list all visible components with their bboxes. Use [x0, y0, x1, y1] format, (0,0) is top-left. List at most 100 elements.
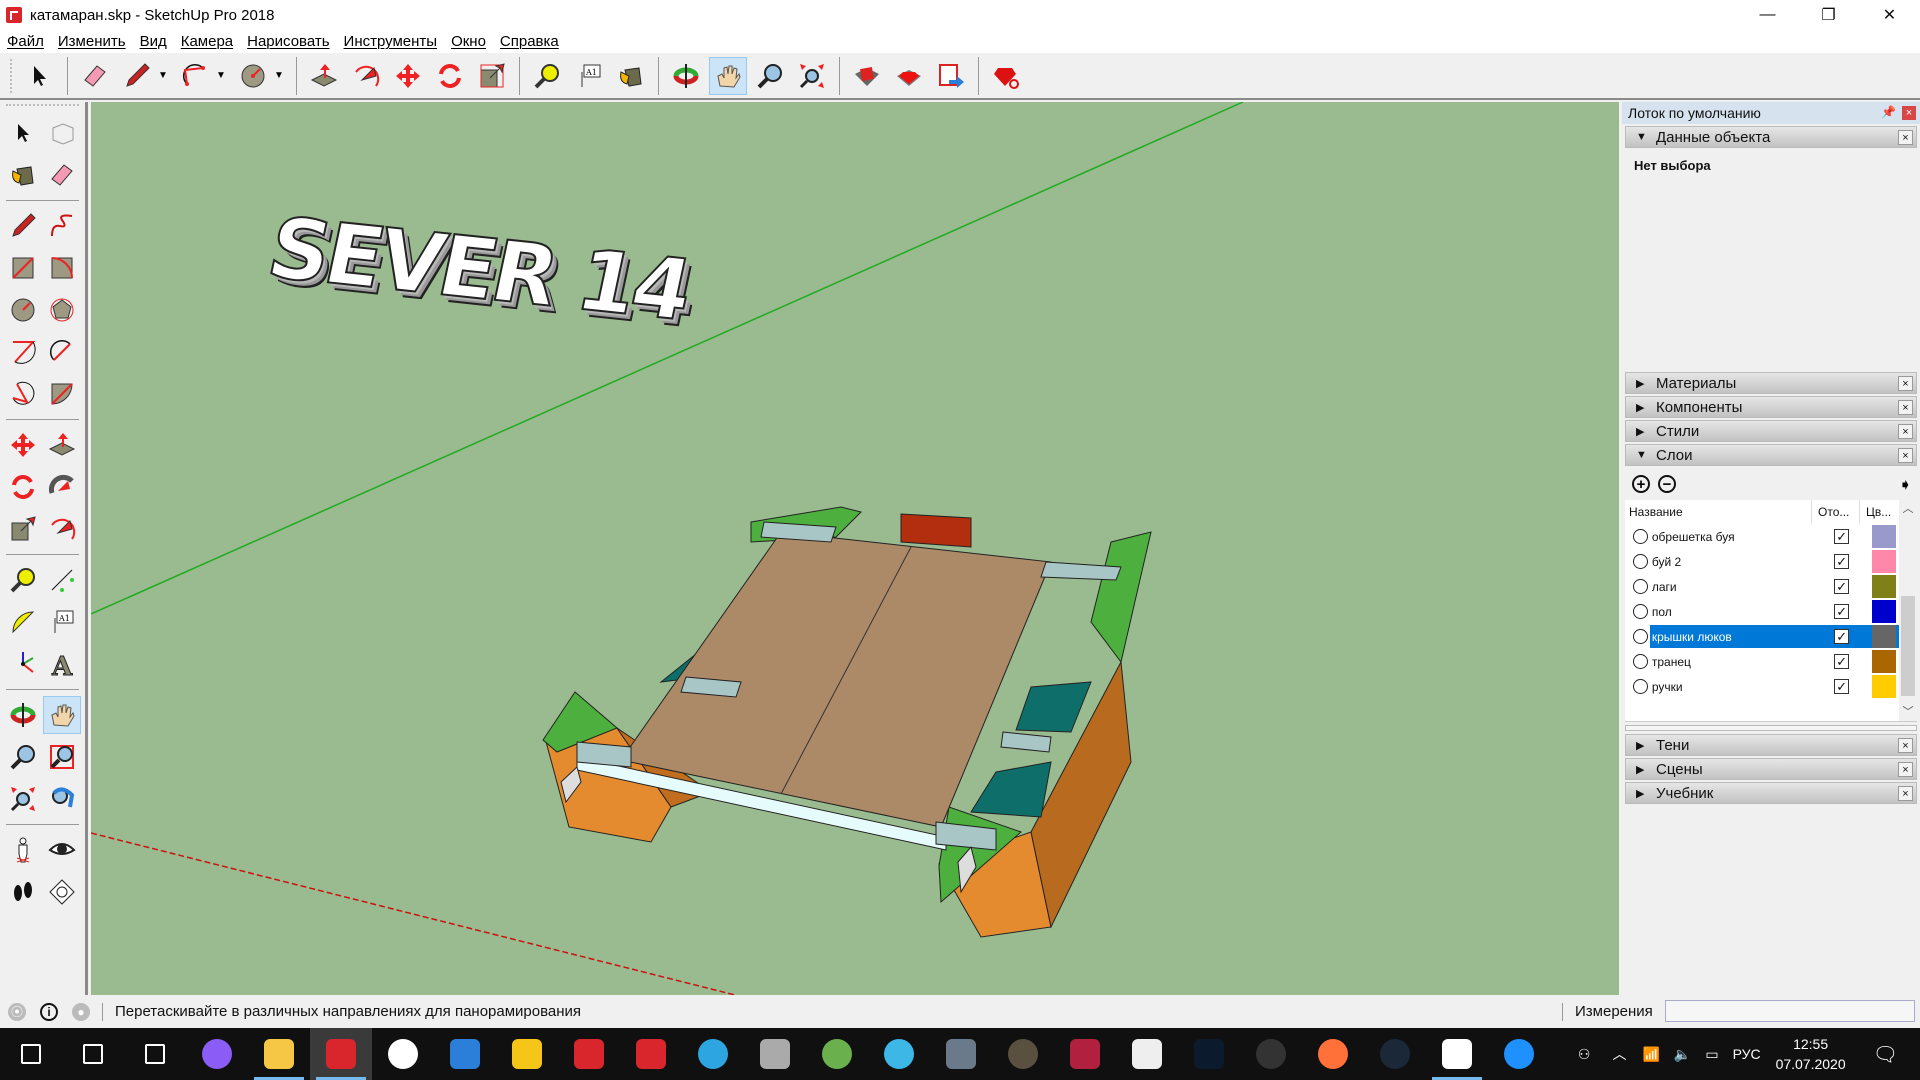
- protractor-tool-button[interactable]: [4, 603, 42, 641]
- freehand-tool-button[interactable]: [43, 207, 81, 245]
- push-pull-tool-button[interactable]: [305, 57, 343, 95]
- battery-icon[interactable]: ▭: [1705, 1046, 1718, 1063]
- select-tool-button[interactable]: [21, 57, 59, 95]
- taskbar-help-button[interactable]: [1488, 1028, 1550, 1080]
- walk-tool-button[interactable]: [4, 873, 42, 911]
- active-layer-radio[interactable]: [1633, 579, 1648, 594]
- scale-tool-button[interactable]: [4, 510, 42, 548]
- look-around-tool-button[interactable]: [43, 831, 81, 869]
- taskbar-app-cyan-button[interactable]: [868, 1028, 930, 1080]
- layer-visible-checkbox[interactable]: ✓: [1834, 629, 1850, 644]
- send-to-layout-button[interactable]: [932, 57, 970, 95]
- layer-name[interactable]: лаги: [1650, 575, 1818, 598]
- move-tool-button[interactable]: [389, 57, 427, 95]
- taskbar-game-1-button[interactable]: [930, 1028, 992, 1080]
- layer-visible-checkbox[interactable]: ✓: [1834, 579, 1850, 594]
- layer-visible-checkbox[interactable]: ✓: [1834, 529, 1850, 544]
- select-tool-button[interactable]: [4, 114, 42, 152]
- taskbar-photoshop-button[interactable]: [1178, 1028, 1240, 1080]
- 3d-text-tool-button[interactable]: A: [43, 645, 81, 683]
- panel-styles[interactable]: ▶ Стили ×: [1625, 420, 1917, 442]
- rectangle-tool-button[interactable]: [4, 249, 42, 287]
- panel-entity-info[interactable]: ▼ Данные объекта ×: [1625, 126, 1917, 148]
- taskbar-steam-button[interactable]: [1364, 1028, 1426, 1080]
- panel-close-button[interactable]: ×: [1898, 400, 1913, 415]
- follow-me-tool-button[interactable]: [43, 468, 81, 506]
- layer-name[interactable]: ручки: [1650, 675, 1818, 698]
- menu-camera[interactable]: Камера: [174, 33, 240, 50]
- wifi-icon[interactable]: 📶: [1642, 1046, 1659, 1063]
- taskbar-layout-button[interactable]: [558, 1028, 620, 1080]
- active-layer-radio[interactable]: [1633, 554, 1648, 569]
- zoom-tool-button[interactable]: [4, 738, 42, 776]
- layer-visible-checkbox[interactable]: ✓: [1834, 679, 1850, 694]
- add-layer-button[interactable]: +: [1632, 475, 1650, 493]
- layer-row[interactable]: пол ✓: [1625, 599, 1903, 624]
- taskbar-file-button[interactable]: [1116, 1028, 1178, 1080]
- make-component-button[interactable]: [43, 114, 81, 152]
- people-icon[interactable]: ⚇: [1578, 1046, 1591, 1063]
- details-arrow-icon[interactable]: ➧: [1899, 475, 1912, 495]
- taskbar-style-builder-button[interactable]: [620, 1028, 682, 1080]
- panel-shadows[interactable]: ▶ Тени ×: [1625, 734, 1917, 756]
- panel-close-button[interactable]: ×: [1898, 738, 1913, 753]
- taskbar-app-blue-button[interactable]: [434, 1028, 496, 1080]
- layer-color-swatch[interactable]: [1872, 575, 1897, 598]
- volume-icon[interactable]: 🔈: [1674, 1046, 1691, 1063]
- extension-warehouse-button[interactable]: [890, 57, 928, 95]
- tray-close-button[interactable]: ×: [1902, 106, 1916, 120]
- layer-color-swatch[interactable]: [1872, 550, 1897, 573]
- rotated-rectangle-tool-button[interactable]: [43, 249, 81, 287]
- 3d-viewport[interactable]: SEVER 14: [91, 102, 1619, 995]
- extension-manager-button[interactable]: [987, 57, 1025, 95]
- taskbar-h2-button[interactable]: [1054, 1028, 1116, 1080]
- delete-layer-button[interactable]: −: [1658, 475, 1676, 493]
- scroll-thumb[interactable]: [1901, 596, 1915, 696]
- taskbar-alice-button[interactable]: [186, 1028, 248, 1080]
- menu-draw[interactable]: Нарисовать: [240, 33, 336, 50]
- active-layer-radio[interactable]: [1633, 529, 1648, 544]
- layer-name[interactable]: транец: [1650, 650, 1818, 673]
- layer-color-swatch[interactable]: [1872, 625, 1897, 648]
- panel-components[interactable]: ▶ Компоненты ×: [1625, 396, 1917, 418]
- 3d-warehouse-button[interactable]: [848, 57, 886, 95]
- arc-tool-button[interactable]: [4, 333, 42, 371]
- taskbar-search-button[interactable]: [62, 1028, 124, 1080]
- axes-tool-button[interactable]: [4, 645, 42, 683]
- circle-tool-button[interactable]: [4, 291, 42, 329]
- panel-close-button[interactable]: ×: [1898, 762, 1913, 777]
- taskbar-game-2-button[interactable]: [992, 1028, 1054, 1080]
- offset-tool-button[interactable]: [43, 510, 81, 548]
- pan-tool-button[interactable]: [42, 696, 81, 734]
- layer-row[interactable]: ручки ✓: [1625, 674, 1903, 699]
- menu-view[interactable]: Вид: [133, 33, 174, 50]
- close-button[interactable]: ✕: [1859, 0, 1920, 30]
- panel-instructor[interactable]: ▶ Учебник ×: [1625, 782, 1917, 804]
- taskbar-sketchup-button[interactable]: [310, 1028, 372, 1080]
- geolocation-icon[interactable]: ⦿: [8, 1002, 26, 1021]
- eraser-tool-button[interactable]: [43, 156, 81, 194]
- panel-close-button[interactable]: ×: [1898, 786, 1913, 801]
- position-camera-tool-button[interactable]: [4, 831, 42, 869]
- panel-close-button[interactable]: ×: [1898, 424, 1913, 439]
- layer-name[interactable]: крышки люков: [1649, 625, 1818, 648]
- scroll-up-icon[interactable]: ︿: [1899, 500, 1917, 518]
- menu-window[interactable]: Окно: [444, 33, 493, 50]
- menu-help[interactable]: Справка: [493, 33, 566, 50]
- move-tool-button[interactable]: [4, 426, 42, 464]
- layer-color-swatch[interactable]: [1872, 525, 1897, 548]
- zoom-tool-button[interactable]: [751, 57, 789, 95]
- action-center-icon[interactable]: 🗨: [1873, 1042, 1898, 1067]
- taskbar-telegram-button[interactable]: [682, 1028, 744, 1080]
- toolbar-grip[interactable]: [6, 104, 79, 112]
- taskbar-yandex-browser-button[interactable]: [372, 1028, 434, 1080]
- toolbar-grip[interactable]: [10, 58, 13, 93]
- menu-tools[interactable]: Инструменты: [337, 33, 445, 50]
- dimension-tool-button[interactable]: [43, 561, 81, 599]
- layer-row[interactable]: обрешетка буя ✓: [1625, 524, 1903, 549]
- scale-tool-button[interactable]: [473, 57, 511, 95]
- panel-layers[interactable]: ▼ Слои ×: [1625, 444, 1917, 466]
- minimize-button[interactable]: —: [1737, 0, 1798, 30]
- scroll-down-icon[interactable]: ﹀: [1899, 703, 1917, 721]
- layer-visible-checkbox[interactable]: ✓: [1834, 654, 1850, 669]
